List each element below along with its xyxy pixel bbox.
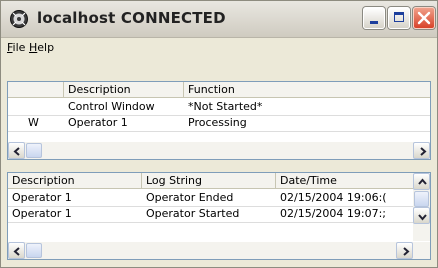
column-header-description[interactable]: Description — [8, 173, 142, 189]
process-list[interactable]: Description Function Control Window *Not… — [7, 81, 431, 160]
log-string-cell: Operator Ended — [146, 191, 234, 204]
column-header-date-time[interactable]: Date/Time — [276, 173, 415, 189]
minimize-button[interactable] — [363, 7, 385, 29]
scroll-right-button[interactable] — [413, 142, 430, 159]
close-button[interactable] — [413, 7, 435, 29]
status-cell: W — [28, 116, 39, 129]
scroll-left-icon — [13, 147, 20, 156]
maximize-icon — [394, 12, 404, 22]
scroll-down-button[interactable] — [413, 207, 430, 224]
scroll-up-icon — [418, 178, 427, 185]
column-header-description[interactable]: Description — [64, 82, 184, 98]
vscroll-thumb[interactable] — [414, 191, 429, 207]
table-row[interactable]: W Operator 1 Processing — [8, 115, 430, 132]
disk-icon[interactable] — [9, 9, 29, 29]
scroll-right-icon — [420, 147, 427, 156]
menu-help[interactable]: Help — [29, 41, 54, 54]
description-cell: Control Window — [68, 100, 155, 113]
process-list-header: Description Function — [8, 82, 430, 98]
log-list-vscrollbar[interactable] — [413, 173, 430, 241]
log-list-hscrollbar[interactable] — [8, 242, 430, 259]
description-cell: Operator 1 — [12, 207, 72, 220]
function-cell: Processing — [188, 116, 247, 129]
hscroll-thumb[interactable] — [26, 143, 42, 158]
date-time-cell: 02/15/2004 19:07:; — [280, 207, 387, 220]
scroll-up-button[interactable] — [413, 173, 430, 190]
app-window: localhost CONNECTED File Help Descriptio… — [0, 0, 438, 268]
description-cell: Operator 1 — [12, 191, 72, 204]
log-list-header: Description Log String Date/Time — [8, 173, 415, 189]
maximize-button[interactable] — [388, 7, 410, 29]
column-header-function[interactable]: Function — [184, 82, 430, 98]
date-time-cell: 02/15/2004 19:06:( — [280, 191, 387, 204]
hscroll-thumb[interactable] — [26, 243, 42, 258]
log-list[interactable]: Description Log String Date/Time Operato… — [7, 172, 431, 260]
minimize-icon — [370, 21, 378, 24]
column-header-log-string[interactable]: Log String — [142, 173, 276, 189]
scroll-right-icon — [403, 247, 410, 256]
process-list-hscrollbar[interactable] — [8, 142, 430, 159]
column-header-status[interactable] — [8, 82, 64, 98]
scroll-right-button[interactable] — [396, 242, 413, 259]
function-cell: *Not Started* — [188, 100, 263, 113]
scroll-left-icon — [13, 247, 20, 256]
table-row[interactable]: Operator 1 Operator Ended 02/15/2004 19:… — [8, 190, 413, 207]
window-title: localhost CONNECTED — [37, 9, 226, 27]
table-row[interactable]: Operator 1 Operator Started 02/15/2004 1… — [8, 206, 413, 223]
menu-bar: File Help — [1, 38, 437, 58]
scroll-down-icon — [418, 214, 427, 221]
close-icon — [414, 8, 434, 28]
log-string-cell: Operator Started — [146, 207, 240, 220]
menu-file[interactable]: File — [7, 41, 25, 54]
title-bar[interactable]: localhost CONNECTED — [1, 1, 437, 38]
scroll-left-button[interactable] — [8, 142, 25, 159]
table-row[interactable]: Control Window *Not Started* — [8, 99, 430, 116]
status-cell — [52, 99, 64, 115]
description-cell: Operator 1 — [68, 116, 128, 129]
scroll-left-button[interactable] — [8, 242, 25, 259]
